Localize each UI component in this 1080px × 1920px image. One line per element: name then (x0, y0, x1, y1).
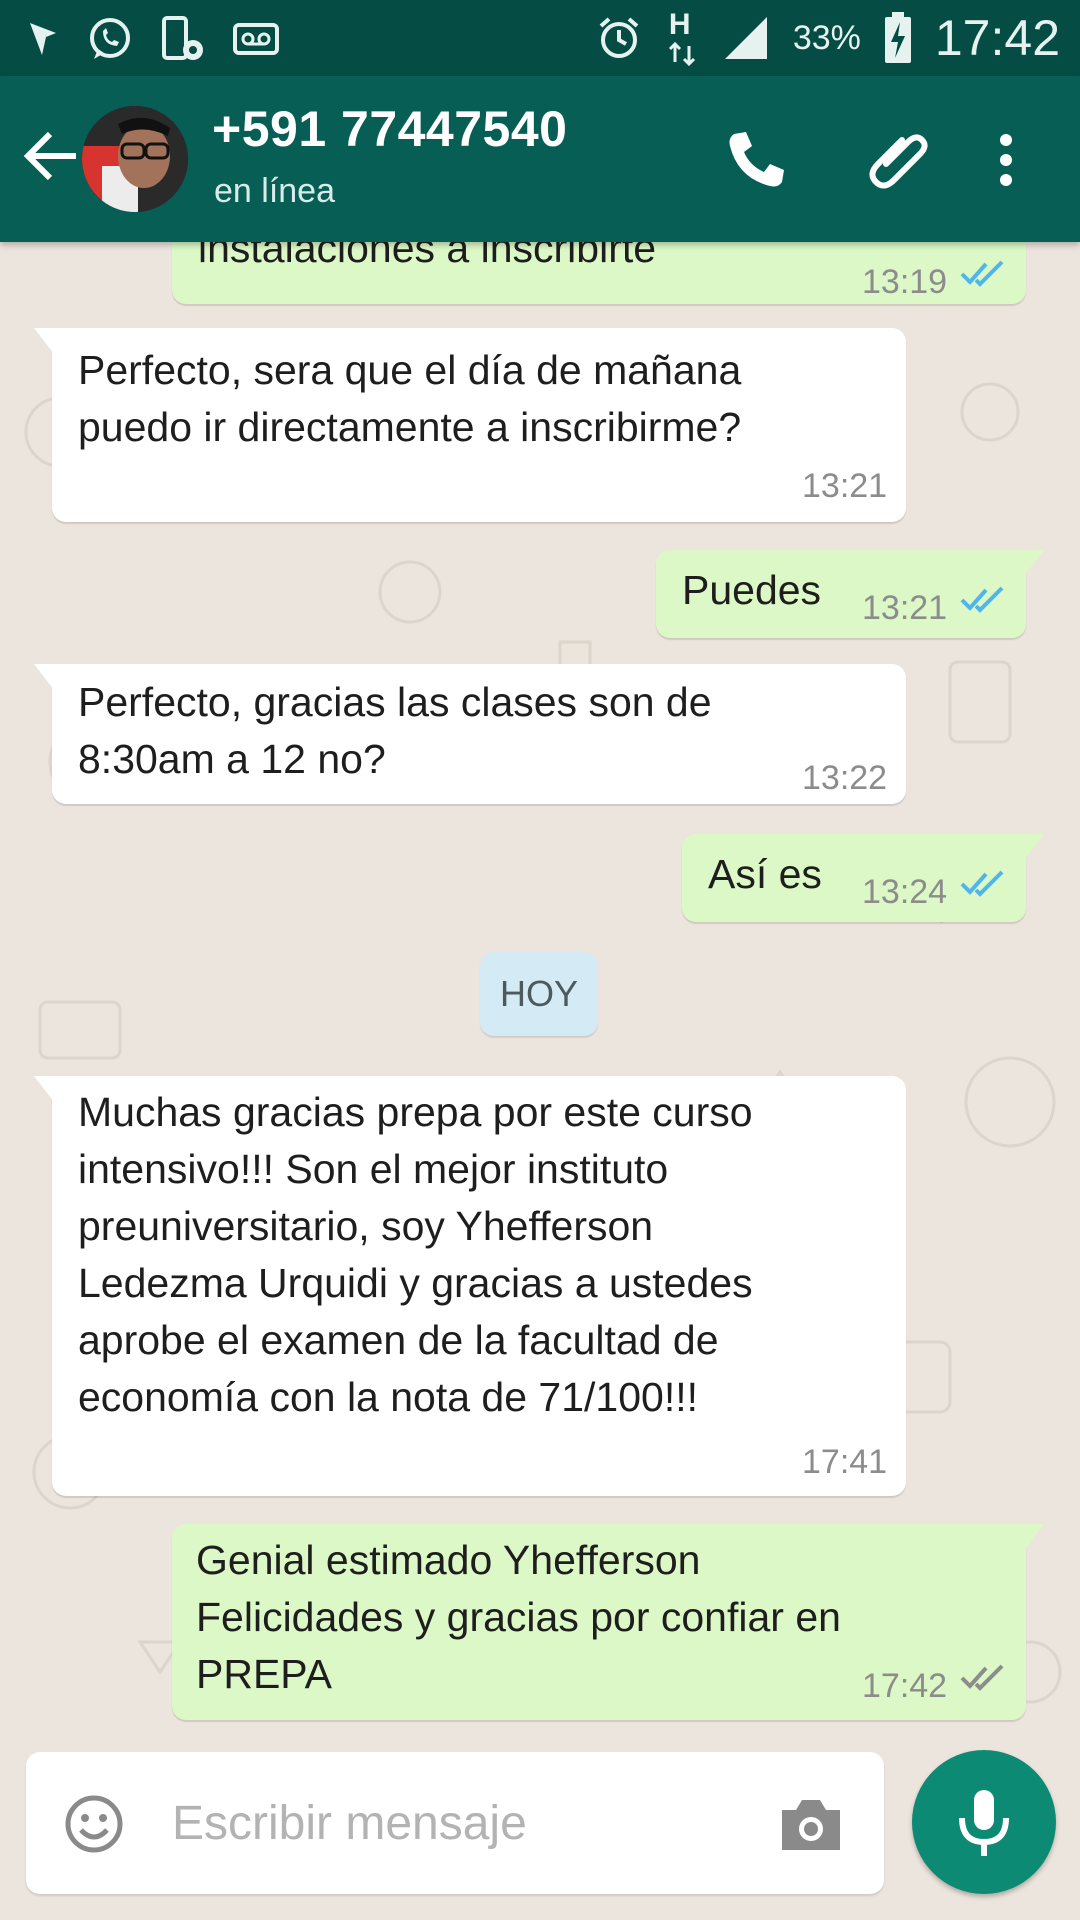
avatar-photo (82, 106, 188, 212)
message-text: Genial estimado Yhefferson Felicidades y… (196, 1537, 841, 1697)
message-time: 17:41 (802, 1443, 888, 1481)
more-icon (1000, 134, 1012, 186)
message-text: Perfecto, sera que el día de mañana pued… (78, 347, 742, 450)
data-arrows-icon (668, 42, 695, 66)
read-ticks-icon (960, 586, 1004, 613)
back-button[interactable] (16, 120, 88, 192)
read-ticks-icon (960, 260, 1004, 287)
message-text: Muchas gracias prepa por este curso inte… (78, 1089, 753, 1420)
message-incoming[interactable]: Perfecto, sera que el día de mañana pued… (34, 328, 906, 522)
message-list[interactable]: instalaciones a inscribirte 13:19 Perfec… (0, 242, 1080, 1920)
attach-button[interactable] (864, 124, 936, 196)
message-time: 13:22 (802, 759, 888, 797)
camera-icon (782, 1800, 840, 1850)
message-incoming[interactable]: Perfecto, gracias las clases son de 8:30… (34, 664, 906, 804)
message-time: 13:21 (802, 467, 888, 505)
mic-icon (959, 1790, 1009, 1856)
battery-percent: 33% (792, 18, 861, 57)
alarm-icon (599, 17, 639, 58)
message-text: Así es (708, 851, 822, 897)
contact-avatar[interactable] (82, 106, 188, 212)
more-options-button[interactable] (986, 124, 1026, 196)
message-time: 13:19 (862, 263, 948, 301)
attach-icon (869, 134, 928, 189)
location-icon (30, 23, 56, 55)
message-incoming[interactable]: Muchas gracias prepa por este curso inte… (34, 1076, 906, 1496)
message-text: Puedes (682, 567, 822, 613)
message-outgoing[interactable]: instalaciones a inscribirte 13:19 (172, 242, 1026, 304)
emoji-icon (65, 1795, 123, 1853)
message-text: instalaciones a inscribirte (198, 242, 657, 271)
delivered-ticks-icon (960, 1664, 1004, 1691)
message-outgoing[interactable]: Así es 13:24 (682, 834, 1044, 922)
emoji-button[interactable] (64, 1794, 124, 1854)
message-outgoing[interactable]: Genial estimado Yhefferson Felicidades y… (172, 1524, 1044, 1720)
network-type-label: H (668, 8, 691, 41)
whatsapp-icon (90, 18, 130, 59)
message-text: Perfecto, gracias las clases son de 8:30… (78, 679, 712, 782)
message-time: 17:42 (862, 1667, 948, 1705)
read-ticks-icon (960, 870, 1004, 897)
status-bar: H 33% 17:42 (0, 0, 1080, 76)
day-divider: HOY (480, 952, 598, 1036)
battery-charging-icon (884, 12, 911, 63)
clock: 17:42 (934, 10, 1060, 66)
contact-name[interactable]: +591 77447540 (212, 100, 567, 158)
message-input[interactable]: Escribir mensaje (172, 1796, 527, 1851)
message-outgoing[interactable]: Puedes 13:21 (656, 550, 1044, 638)
signal-icon (724, 17, 767, 59)
message-composer[interactable]: Escribir mensaje (26, 1752, 884, 1894)
camera-button[interactable] (778, 1796, 844, 1852)
message-time: 13:24 (862, 873, 948, 911)
voicemail-icon (233, 23, 279, 55)
message-time: 13:21 (862, 589, 948, 627)
chat-header: +591 77447540 en línea (0, 76, 1080, 242)
phone-settings-icon (162, 16, 203, 60)
voice-record-button[interactable] (912, 1750, 1056, 1894)
arrow-back-icon (23, 131, 76, 181)
call-button[interactable] (720, 124, 792, 196)
contact-status: en línea (214, 172, 335, 210)
call-icon (729, 132, 784, 187)
network-type: H (665, 8, 699, 68)
